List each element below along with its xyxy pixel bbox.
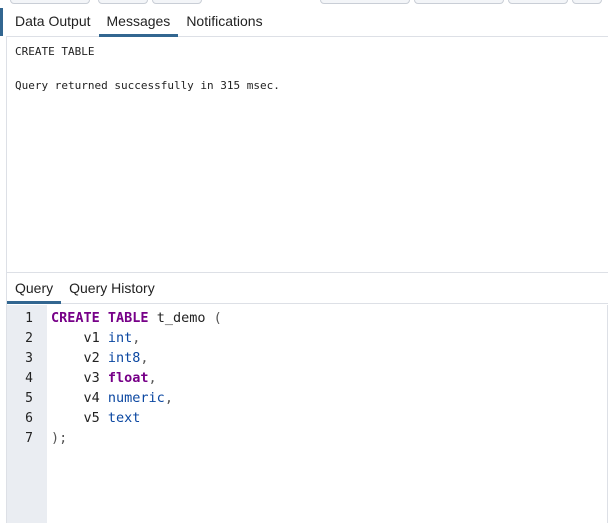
sql-keyword: float bbox=[107, 370, 149, 386]
toolbar-button-fragment[interactable] bbox=[572, 0, 602, 4]
sql-type: int bbox=[107, 330, 133, 346]
tab-data-output[interactable]: Data Output bbox=[7, 6, 99, 36]
code-line[interactable]: 2 v1 int, bbox=[7, 328, 140, 348]
sql-token: ); bbox=[51, 430, 68, 446]
sql-token: v3 bbox=[51, 370, 108, 386]
code-text[interactable]: CREATE TABLE t_demo ( bbox=[51, 310, 222, 326]
message-line: Query returned successfully in 315 msec. bbox=[15, 79, 280, 92]
sql-token: , bbox=[148, 370, 157, 386]
line-number: 7 bbox=[25, 430, 33, 446]
sql-token: t_demo bbox=[148, 310, 214, 326]
sql-type: text bbox=[107, 410, 141, 426]
line-number: 2 bbox=[25, 330, 33, 346]
line-number: 4 bbox=[25, 370, 33, 386]
toolbar-button-fragment[interactable] bbox=[508, 0, 568, 4]
line-number: 1 bbox=[25, 310, 33, 326]
sql-keyword: CREATE bbox=[51, 310, 100, 326]
messages-output: CREATE TABLE Query returned successfully… bbox=[7, 37, 608, 272]
toolbar-button-fragment[interactable] bbox=[414, 0, 504, 4]
sql-token: v2 bbox=[51, 350, 108, 366]
sql-type: numeric bbox=[107, 390, 165, 406]
tab-messages[interactable]: Messages bbox=[98, 6, 179, 37]
top-toolbar-edge bbox=[0, 0, 608, 4]
tab-query[interactable]: Query bbox=[7, 273, 62, 304]
tab-notifications[interactable]: Notifications bbox=[178, 6, 270, 36]
toolbar-button-fragment[interactable] bbox=[320, 0, 410, 4]
sql-type: int8 bbox=[107, 350, 141, 366]
code-line[interactable]: 1 CREATE TABLE t_demo ( bbox=[7, 308, 222, 328]
toolbar-button-fragment[interactable] bbox=[10, 0, 90, 4]
editor-tab-bar: Query Query History bbox=[7, 272, 608, 304]
sql-token: , bbox=[164, 390, 173, 406]
code-text[interactable]: v4 numeric, bbox=[51, 390, 173, 406]
code-line[interactable]: 4 v3 float, bbox=[7, 368, 157, 388]
code-text[interactable]: v1 int, bbox=[51, 330, 141, 346]
line-number: 3 bbox=[25, 350, 33, 366]
line-number: 5 bbox=[25, 390, 33, 406]
line-number: 6 bbox=[25, 410, 33, 426]
sql-token: ( bbox=[213, 310, 222, 326]
sql-token: , bbox=[132, 330, 141, 346]
sql-token: v4 bbox=[51, 390, 108, 406]
panel-accent-bar bbox=[0, 8, 3, 36]
code-line[interactable]: 6 v5 text bbox=[7, 408, 140, 428]
code-line[interactable]: 5 v4 numeric, bbox=[7, 388, 173, 408]
code-text[interactable]: v3 float, bbox=[51, 370, 157, 386]
code-line[interactable]: 7); bbox=[7, 428, 67, 448]
sql-token: , bbox=[140, 350, 149, 366]
toolbar-button-fragment[interactable] bbox=[98, 0, 148, 4]
sql-keyword: TABLE bbox=[107, 310, 149, 326]
toolbar-button-fragment[interactable] bbox=[152, 0, 202, 4]
sql-editor[interactable]: 1 CREATE TABLE t_demo (2 v1 int, 3 v2 int8… bbox=[7, 305, 608, 523]
message-line: CREATE TABLE bbox=[15, 45, 95, 58]
tab-query-history[interactable]: Query History bbox=[61, 273, 163, 303]
code-line[interactable]: 3 v2 int8, bbox=[7, 348, 148, 368]
code-text[interactable]: ); bbox=[51, 430, 67, 446]
results-tab-bar: Data Output Messages Notifications bbox=[7, 6, 608, 37]
sql-token: v5 bbox=[51, 410, 108, 426]
code-text[interactable]: v2 int8, bbox=[51, 350, 149, 366]
code-text[interactable]: v5 text bbox=[51, 410, 141, 426]
sql-token: v1 bbox=[51, 330, 108, 346]
